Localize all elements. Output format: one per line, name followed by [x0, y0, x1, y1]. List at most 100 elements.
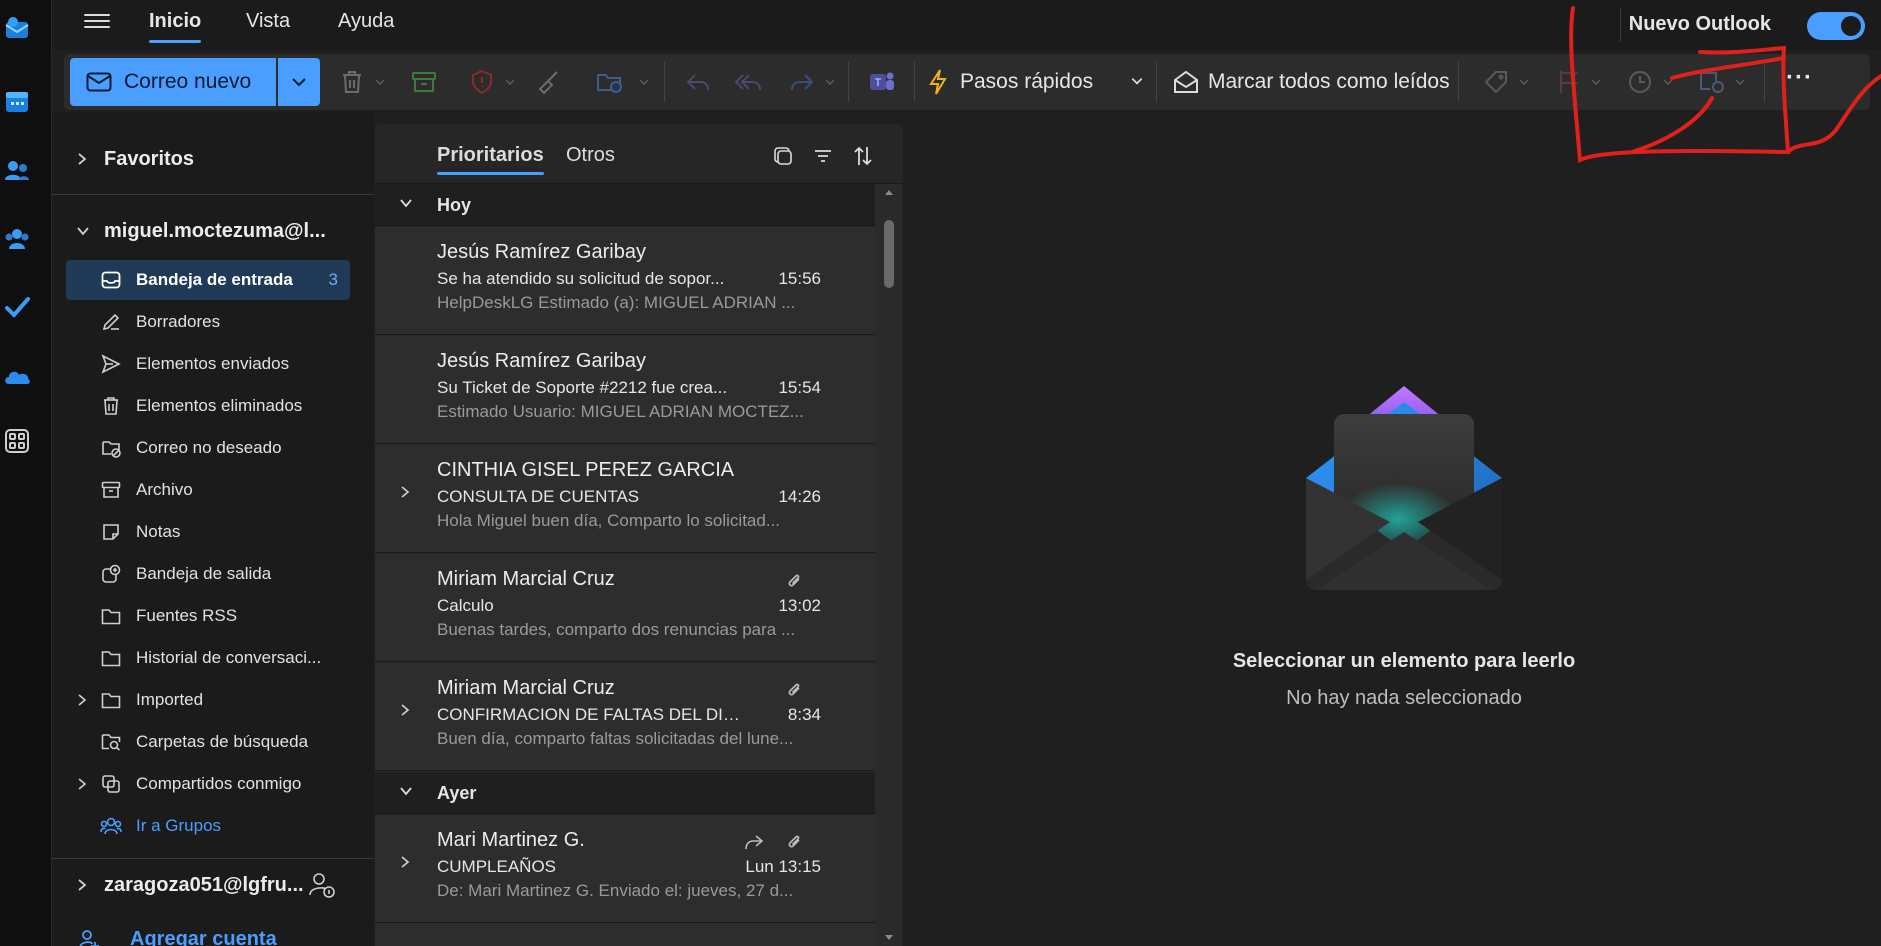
folder-archivo[interactable]: Archivo	[66, 470, 350, 510]
lightning-icon[interactable]	[922, 66, 954, 98]
folder-elementos-eliminados[interactable]: Elementos eliminados	[66, 386, 350, 426]
folder-label: Notas	[136, 522, 181, 541]
message-item[interactable]: Mari Martinez G. CUMPLEAÑOS Lun 13:15 De…	[375, 815, 875, 923]
tab-ayuda[interactable]: Ayuda	[338, 10, 394, 33]
message-item[interactable]	[375, 924, 875, 946]
menu-icon[interactable]	[82, 10, 112, 36]
outlook-mail-icon[interactable]	[2, 14, 32, 44]
folder-notas[interactable]: Notas	[66, 512, 350, 552]
forward-icon[interactable]	[786, 66, 818, 98]
tab-inicio[interactable]: Inicio	[149, 10, 202, 43]
folder-carpetas-de-busqueda[interactable]: Carpetas de búsqueda	[66, 722, 350, 762]
mark-read-envelope-icon[interactable]	[1170, 66, 1202, 98]
chevron-right-icon[interactable]	[399, 703, 411, 717]
rules-icon[interactable]	[1696, 66, 1728, 98]
chevron-down-icon[interactable]	[1130, 74, 1144, 88]
go-to-groups-link[interactable]: Ir a Grupos	[66, 806, 350, 846]
onedrive-cloud-icon[interactable]	[2, 362, 32, 392]
message-item[interactable]: CINTHIA GISEL PEREZ GARCIA CONSULTA DE C…	[375, 445, 875, 553]
chevron-right-icon[interactable]	[399, 485, 411, 499]
select-mode-icon[interactable]	[769, 142, 797, 170]
folder-label: Ir a Grupos	[136, 816, 222, 835]
note-icon	[100, 521, 122, 543]
folder-pane: Favoritos miguel.moctezuma@l... Bandeja …	[52, 112, 374, 946]
chevron-right-icon[interactable]	[76, 777, 88, 791]
chevron-down-icon[interactable]	[824, 76, 836, 88]
junk-icon	[100, 437, 122, 459]
group-header-ayer[interactable]: Ayer	[375, 772, 875, 814]
account2-section[interactable]: zaragoza051@lgfru...	[52, 864, 374, 906]
chevron-down-icon[interactable]	[1518, 76, 1530, 88]
folder-icon	[100, 689, 122, 711]
folder-borradores[interactable]: Borradores	[66, 302, 350, 342]
folder-bandeja-de-entrada[interactable]: Bandeja de entrada 3	[66, 260, 350, 300]
account-section[interactable]: miguel.moctezuma@l...	[52, 210, 374, 252]
sort-icon[interactable]	[849, 142, 877, 170]
folder-fuentes-rss[interactable]: Fuentes RSS	[66, 596, 350, 636]
chevron-right-icon[interactable]	[399, 855, 411, 869]
folder-compartidos-conmigo[interactable]: Compartidos conmigo	[66, 764, 350, 804]
more-options-button[interactable]: ···	[1786, 64, 1813, 92]
chevron-down-icon[interactable]	[638, 76, 650, 88]
folder-bandeja-de-salida[interactable]: Bandeja de salida	[66, 554, 350, 594]
message-preview: Hola Miguel buen día, Comparto lo solici…	[437, 511, 781, 530]
nuevo-outlook-toggle[interactable]	[1807, 12, 1865, 40]
new-mail-button[interactable]: Correo nuevo	[70, 58, 276, 106]
folder-elementos-enviados[interactable]: Elementos enviados	[66, 344, 350, 384]
scroll-down-arrow-icon[interactable]	[884, 934, 894, 942]
favorites-section[interactable]: Favoritos	[52, 138, 374, 180]
message-sender: Mari Martinez G.	[437, 829, 585, 851]
tab-vista[interactable]: Vista	[246, 10, 290, 33]
folder-correo-no-deseado[interactable]: Correo no deseado	[66, 428, 350, 468]
chevron-down-icon[interactable]	[374, 76, 386, 88]
chevron-down-icon[interactable]	[1734, 76, 1746, 88]
message-time: Lun 13:15	[745, 857, 821, 876]
new-mail-dropdown[interactable]	[278, 58, 320, 106]
chevron-down-icon[interactable]	[1590, 76, 1602, 88]
message-preview: Estimado Usuario: MIGUEL ADRIAN MOCTEZ..…	[437, 402, 804, 421]
message-item[interactable]: Jesús Ramírez Garibay Se ha atendido su …	[375, 227, 875, 335]
folder-imported[interactable]: Imported	[66, 680, 350, 720]
chevron-down-icon[interactable]	[1662, 76, 1674, 88]
add-account-link[interactable]: Agregar cuenta	[52, 918, 374, 946]
teams-icon[interactable]: T	[866, 66, 898, 98]
message-item[interactable]: Jesús Ramírez Garibay Su Ticket de Sopor…	[375, 336, 875, 444]
clock-icon[interactable]	[1624, 66, 1656, 98]
todo-check-icon[interactable]	[2, 292, 32, 322]
scrollbar-thumb[interactable]	[884, 220, 894, 288]
message-item[interactable]: Miriam Marcial Cruz Calculo 13:02 Buenas…	[375, 554, 875, 662]
tab-prioritarios[interactable]: Prioritarios	[437, 144, 544, 175]
message-subject: Se ha atendido su solicitud de sopor...	[437, 269, 725, 288]
group-header-hoy[interactable]: Hoy	[375, 184, 875, 226]
message-time: 15:54	[778, 378, 821, 397]
tag-icon[interactable]	[1480, 66, 1512, 98]
message-preview: Buenas tardes, comparto dos renuncias pa…	[437, 620, 796, 639]
message-subject: Calculo	[437, 596, 494, 615]
flag-icon[interactable]	[1552, 66, 1584, 98]
filter-icon[interactable]	[809, 142, 837, 170]
chevron-down-icon[interactable]	[504, 76, 516, 88]
message-item[interactable]: Miriam Marcial Cruz CONFIRMACION DE FALT…	[375, 663, 875, 771]
mark-all-read-button[interactable]: Marcar todos como leídos	[1208, 70, 1450, 94]
apps-grid-icon[interactable]	[2, 426, 32, 456]
quick-steps-button[interactable]: Pasos rápidos	[960, 70, 1093, 94]
scrollbar[interactable]	[875, 184, 903, 946]
scroll-up-arrow-icon[interactable]	[884, 188, 894, 196]
folder-historial-de-conversacion[interactable]: Historial de conversaci...	[66, 638, 350, 678]
reading-pane-subtitle: No hay nada seleccionado	[1286, 687, 1522, 709]
chevron-right-icon	[78, 153, 87, 165]
chevron-right-icon[interactable]	[76, 693, 88, 707]
reply-all-icon[interactable]	[732, 66, 764, 98]
sweep-broom-icon[interactable]	[532, 66, 564, 98]
report-shield-icon[interactable]	[466, 66, 498, 98]
tab-otros[interactable]: Otros	[566, 144, 615, 167]
delete-icon[interactable]	[336, 66, 368, 98]
groups-icon[interactable]	[2, 224, 32, 254]
calendar-icon[interactable]	[2, 86, 32, 116]
people-icon[interactable]	[2, 156, 32, 186]
archive-icon[interactable]	[408, 66, 440, 98]
reply-icon[interactable]	[682, 66, 714, 98]
mail-icon	[86, 72, 112, 92]
move-folder-icon[interactable]	[594, 66, 626, 98]
message-preview: HelpDeskLG Estimado (a): MIGUEL ADRIAN .…	[437, 293, 796, 312]
